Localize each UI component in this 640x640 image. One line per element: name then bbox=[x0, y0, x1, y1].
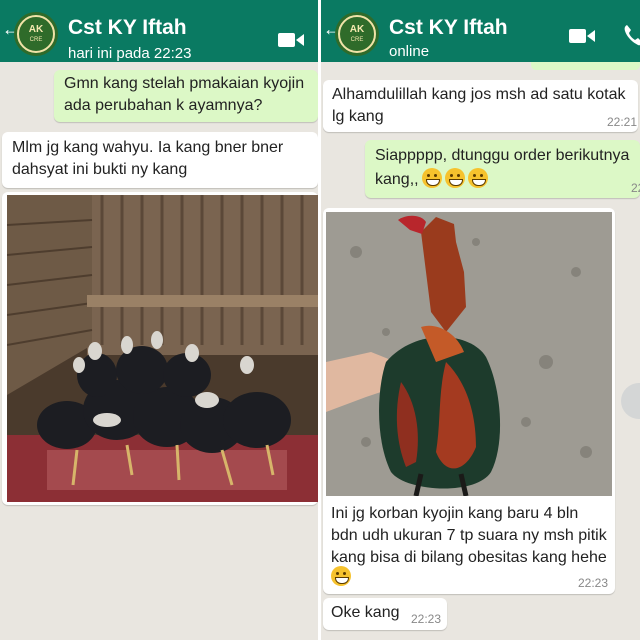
message-text: Oke kang bbox=[331, 604, 400, 621]
message-time: 22 bbox=[631, 181, 640, 195]
chat-header: ← AK CRE Cst KY Iftah hari ini pada 22:2… bbox=[0, 0, 318, 62]
message-text: Alhamdulillah kang jos msh ad satu kotak… bbox=[332, 86, 626, 125]
message-text: Ini jg korban kyojin kang baru 4 bln bdn… bbox=[331, 505, 607, 566]
previous-outgoing-message bbox=[531, 62, 640, 70]
message-time: 22:23 bbox=[411, 612, 442, 626]
outgoing-message[interactable]: Gmn kang stelah pmakaian kyojin ada peru… bbox=[54, 70, 318, 122]
contact-avatar[interactable]: AK CRE bbox=[335, 12, 379, 56]
right-chat-screenshot: ← AK CRE Cst KY Iftah online Alhamdulill… bbox=[321, 0, 640, 640]
last-seen-status: hari ini pada 22:23 bbox=[68, 45, 192, 62]
chat-header: ← AK CRE Cst KY Iftah online bbox=[321, 0, 640, 62]
incoming-message[interactable]: Alhamdulillah kang jos msh ad satu kotak… bbox=[323, 80, 638, 132]
incoming-message[interactable]: Mlm jg kang wahyu. Ia kang bner bner dah… bbox=[2, 132, 318, 188]
avatar-logo: AK bbox=[349, 24, 365, 35]
grinning-emoji-icon bbox=[467, 168, 488, 188]
contact-avatar[interactable]: AK CRE bbox=[14, 12, 58, 56]
outgoing-message[interactable]: Siappppp, dtunggu order berikutnya kang,… bbox=[365, 140, 640, 198]
grinning-emoji-icon bbox=[331, 566, 351, 586]
grinning-emoji-icon bbox=[421, 168, 442, 188]
message-text: Mlm jg kang wahyu. Ia kang bner bner dah… bbox=[12, 139, 284, 178]
message-text: Siappppp, dtunggu order berikutnya kang,… bbox=[375, 147, 630, 188]
video-call-icon[interactable] bbox=[278, 32, 304, 48]
rooster-photo[interactable] bbox=[326, 212, 612, 496]
avatar-logo: AK bbox=[28, 24, 44, 35]
contact-name[interactable]: Cst KY Iftah bbox=[68, 16, 187, 40]
scroll-down-icon[interactable] bbox=[621, 383, 640, 419]
message-time: 22:21 bbox=[607, 115, 638, 129]
incoming-image-message[interactable] bbox=[2, 192, 318, 505]
message-text: Gmn kang stelah pmakaian kyojin ada peru… bbox=[64, 75, 305, 114]
chickens-in-coop-photo[interactable] bbox=[7, 195, 318, 502]
video-call-icon[interactable] bbox=[569, 28, 595, 44]
grinning-emoji-icon bbox=[444, 168, 465, 188]
incoming-image-message[interactable]: Ini jg korban kyojin kang baru 4 bln bdn… bbox=[323, 208, 615, 594]
contact-name[interactable]: Cst KY Iftah bbox=[389, 16, 508, 40]
voice-call-icon[interactable] bbox=[623, 24, 640, 46]
incoming-message[interactable]: Oke kang 22:23 bbox=[323, 598, 447, 630]
message-time: 22:23 bbox=[578, 576, 609, 590]
left-chat-screenshot: ← AK CRE Cst KY Iftah hari ini pada 22:2… bbox=[0, 0, 318, 640]
online-status: online bbox=[389, 43, 430, 60]
